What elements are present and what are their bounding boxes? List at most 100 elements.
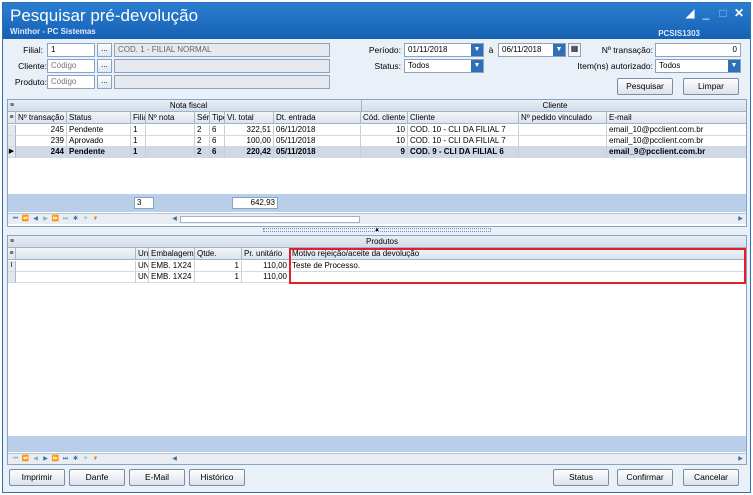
goto-bookmark-icon[interactable]: ✳ — [81, 215, 90, 224]
cliente-lookup-button[interactable]: ... — [97, 59, 112, 73]
scroll-right-icon[interactable]: ▶ — [736, 455, 745, 464]
table-row[interactable]: 239 Aprovado 1 2 6 100,00 05/11/2018 10 … — [8, 136, 746, 147]
table-row[interactable]: 245 Pendente 1 2 6 322,51 06/11/2018 10 … — [8, 125, 746, 136]
cell-filial: 1 — [131, 136, 146, 147]
first-record-icon[interactable]: ⏮ — [11, 215, 20, 224]
grid-options-icon[interactable]: ≡ — [8, 100, 16, 112]
col-tipo[interactable]: Tipo — [210, 112, 225, 124]
status-select[interactable]: Todos ▼ — [404, 59, 484, 73]
cliente-input[interactable]: Código — [47, 59, 95, 73]
col-status[interactable]: Status — [67, 112, 131, 124]
col-filial[interactable]: Filial — [131, 112, 146, 124]
bookmark-icon[interactable]: ✱ — [71, 455, 80, 464]
grid-options-icon[interactable]: ≡ — [8, 236, 16, 248]
col-transacao[interactable]: Nº transação — [16, 112, 67, 124]
prev-page-icon[interactable]: ⏪ — [21, 455, 30, 464]
autorizado-select[interactable]: Todos ▼ — [655, 59, 741, 73]
cell-tipo: 6 — [210, 147, 225, 158]
limpar-button[interactable]: Limpar — [683, 78, 739, 95]
cancelar-label: Cancelar — [693, 472, 729, 482]
routine-code: PCSIS1303 — [658, 29, 700, 38]
periodo-end-value: 06/11/2018 — [502, 45, 542, 54]
next-record-icon[interactable]: ▶ — [41, 215, 50, 224]
col-email[interactable]: E-mail — [607, 112, 746, 124]
filter-icon[interactable]: ▼ — [91, 215, 100, 224]
cell-cod-cliente: 10 — [361, 136, 408, 147]
table-row-selected[interactable]: ▶ 244 Pendente 1 2 6 220,42 05/11/2018 9… — [8, 147, 746, 158]
filial-description: COD. 1 - FILIAL NORMAL — [114, 43, 330, 57]
calendar-icon[interactable]: ▦ — [568, 43, 581, 57]
row-indicator — [8, 125, 16, 136]
danfe-button[interactable]: Danfe — [69, 469, 125, 486]
bookmark-icon[interactable]: ✱ — [71, 215, 80, 224]
chevron-down-icon[interactable]: ▼ — [471, 60, 483, 72]
close-button[interactable]: ✕ — [731, 5, 747, 21]
autorizado-select-value: Todos — [659, 61, 681, 70]
cell-status: Aprovado — [67, 136, 131, 147]
col-blank — [16, 248, 136, 260]
scroll-thumb[interactable] — [180, 216, 360, 223]
last-record-icon[interactable]: ⏭ — [61, 455, 70, 464]
restore-icon[interactable]: ◢ — [682, 5, 698, 21]
autorizado-label: Item(ns) autorizado: — [577, 61, 653, 71]
prev-record-icon[interactable]: ◀ — [31, 455, 40, 464]
cancelar-button[interactable]: Cancelar — [683, 469, 739, 486]
last-record-icon[interactable]: ⏭ — [61, 215, 70, 224]
prev-record-icon[interactable]: ◀ — [31, 215, 40, 224]
cell-transacao: 245 — [16, 125, 67, 136]
chevron-down-icon[interactable]: ▼ — [728, 60, 740, 72]
col-embalagem[interactable]: Embalagem — [149, 248, 195, 260]
first-record-icon[interactable]: ⏮ — [11, 455, 20, 464]
email-button[interactable]: E-Mail — [129, 469, 185, 486]
filter-icon[interactable]: ▼ — [91, 455, 100, 464]
next-page-icon[interactable]: ⏩ — [51, 215, 60, 224]
scroll-right-icon[interactable]: ▶ — [736, 215, 745, 224]
confirmar-button[interactable]: Confirmar — [617, 469, 673, 486]
window-title: Pesquisar pré-devolução — [10, 6, 199, 25]
notas-scrollbar[interactable]: ⏮ ⏪ ◀ ▶ ⏩ ⏭ ✱ ✳ ▼ ◀ ▶ — [8, 213, 746, 224]
col-vl-total[interactable]: Vl. total — [225, 112, 274, 124]
splitter-handle[interactable]: ▲ — [263, 227, 491, 233]
col-pedido-vinculado[interactable]: Nº pedido vinculado — [519, 112, 607, 124]
goto-bookmark-icon[interactable]: ✳ — [81, 455, 90, 464]
transacao-input[interactable]: 0 — [655, 43, 741, 57]
col-unid[interactable]: Unid. — [136, 248, 149, 260]
historico-button[interactable]: Histórico — [189, 469, 245, 486]
confirmar-label: Confirmar — [626, 472, 664, 482]
maximize-button[interactable]: □ — [715, 5, 731, 21]
filial-input[interactable]: 1 — [47, 43, 95, 57]
filial-lookup-button[interactable]: ... — [97, 43, 112, 57]
row-header-icon: ≡ — [8, 112, 16, 124]
col-cod-cliente[interactable]: Cód. cliente — [361, 112, 408, 124]
status-button[interactable]: Status — [553, 469, 609, 486]
imprimir-button[interactable]: Imprimir — [9, 469, 65, 486]
pesquisar-button[interactable]: Pesquisar — [617, 78, 673, 95]
prev-page-icon[interactable]: ⏪ — [21, 215, 30, 224]
produtos-scrollbar[interactable]: ⏮ ⏪ ◀ ▶ ⏩ ⏭ ✱ ✳ ▼ ◀ ▶ — [8, 453, 746, 464]
pesquisar-label: Pesquisar — [626, 81, 664, 91]
col-pr-unitario[interactable]: Pr. unitário — [242, 248, 290, 260]
cell-nota — [146, 136, 195, 147]
periodo-start-value: 01/11/2018 — [408, 45, 448, 54]
chevron-down-icon[interactable]: ▼ — [553, 44, 565, 56]
band-produtos: Produtos — [16, 236, 746, 248]
col-qtde[interactable]: Qtde. — [195, 248, 242, 260]
col-cliente[interactable]: Cliente — [408, 112, 519, 124]
scroll-left-icon[interactable]: ◀ — [170, 455, 179, 464]
periodo-end-date[interactable]: 06/11/2018 ▼ — [498, 43, 566, 57]
produto-lookup-button[interactable]: ... — [97, 75, 112, 89]
col-dt-entrada[interactable]: Dt. entrada — [274, 112, 361, 124]
col-serie[interactable]: Série — [195, 112, 210, 124]
email-label: E-Mail — [144, 472, 170, 482]
periodo-label: Período: — [368, 45, 401, 55]
periodo-start-date[interactable]: 01/11/2018 ▼ — [404, 43, 484, 57]
produto-input[interactable]: Código — [47, 75, 95, 89]
minimize-button[interactable]: _ — [698, 5, 714, 21]
cell-blank — [16, 272, 136, 283]
col-nota[interactable]: Nº nota — [146, 112, 195, 124]
next-record-icon[interactable]: ▶ — [41, 455, 50, 464]
next-page-icon[interactable]: ⏩ — [51, 455, 60, 464]
chevron-down-icon[interactable]: ▼ — [471, 44, 483, 56]
cell-blank — [16, 261, 136, 272]
scroll-left-icon[interactable]: ◀ — [170, 215, 179, 224]
